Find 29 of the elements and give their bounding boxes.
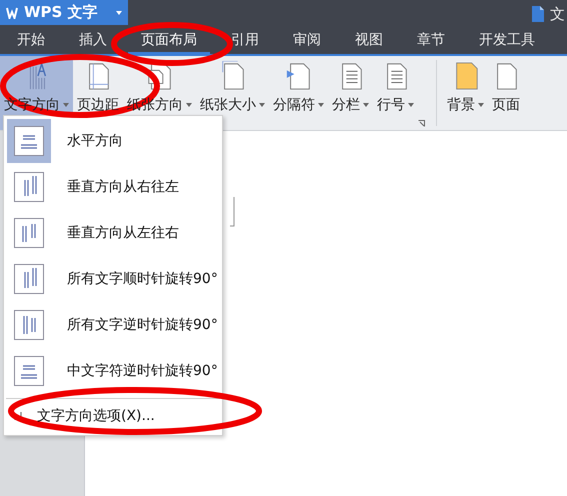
- margin-corner-mark: [230, 197, 235, 227]
- logo-icon: [6, 6, 18, 18]
- ribbon-tab[interactable]: 开始: [4, 28, 58, 54]
- options-icon: [14, 411, 23, 421]
- document-title: 文: [550, 4, 565, 24]
- ribbon-button[interactable]: 行号: [373, 56, 418, 130]
- menu-item[interactable]: 垂直方向从左往右: [4, 210, 222, 256]
- document-icon: [531, 6, 545, 22]
- app-menu-button[interactable]: WPS 文字: [0, 0, 128, 25]
- ribbon-button[interactable]: 分栏: [328, 56, 373, 130]
- ribbon-tab[interactable]: 开发工具: [466, 28, 548, 54]
- caret-icon: [116, 10, 122, 14]
- document-icon: [284, 61, 312, 91]
- ribbon-tab[interactable]: 引用: [218, 28, 272, 54]
- ribbon-tab[interactable]: 章节: [404, 28, 458, 54]
- menu-item[interactable]: 中文字符逆时针旋转90°: [4, 348, 222, 394]
- ribbon-tab[interactable]: 视图: [342, 28, 396, 54]
- menu-item[interactable]: 所有文字逆时针旋转90°: [4, 302, 222, 348]
- ribbon-button[interactable]: 分隔符: [269, 56, 328, 130]
- ribbon-tab[interactable]: 页面布局: [128, 28, 210, 54]
- text-direction-icon: [7, 119, 51, 163]
- menu-item[interactable]: 所有文字顺时针旋转90°: [4, 256, 222, 302]
- ribbon-button[interactable]: 页面: [488, 56, 524, 130]
- menu-item[interactable]: 文字方向选项(X)...: [4, 403, 222, 429]
- ribbon-tab[interactable]: 插入: [66, 28, 120, 54]
- dialog-launcher-icon[interactable]: [418, 120, 425, 127]
- menu-item[interactable]: 垂直方向从右往左: [4, 164, 222, 210]
- ribbon-button[interactable]: 背景: [443, 56, 488, 130]
- ribbon-tab[interactable]: 审阅: [280, 28, 334, 54]
